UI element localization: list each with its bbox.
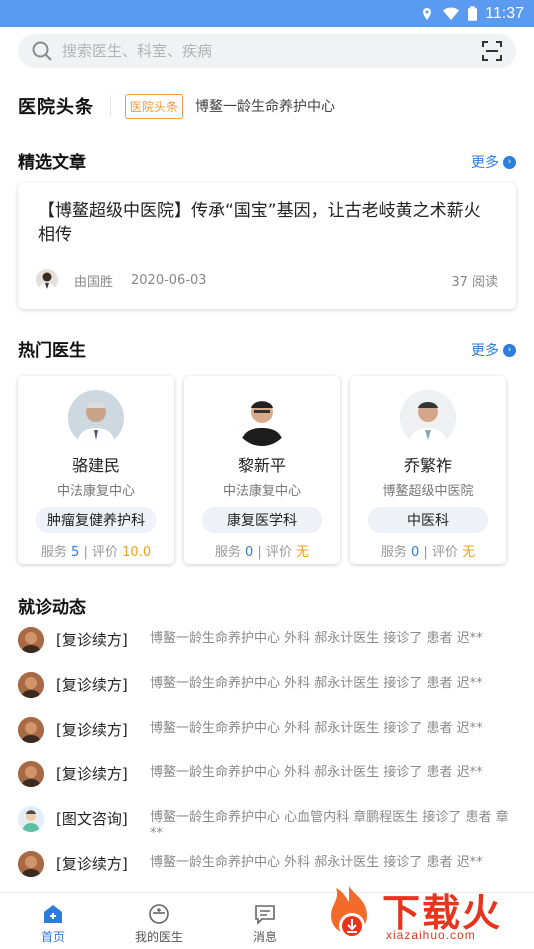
flame-download-icon: [331, 886, 367, 939]
doctor-name: 乔繁祚: [403, 456, 452, 475]
visits-title: 就诊动态: [18, 598, 86, 618]
headline-logo: 医院头条: [18, 97, 94, 118]
doctor-stats: 服务 0 | 评价 无: [380, 545, 476, 560]
doctors-more-link[interactable]: 更多 ›: [471, 340, 516, 360]
watermark-logo: 下载火 xiazaihuo.com: [316, 880, 534, 949]
search-bar[interactable]: [18, 34, 516, 68]
visit-tag: [复诊续方]: [56, 720, 128, 739]
list-item[interactable]: [图文咨询] 博鳌一龄生命养护中心 心血管内科 章鹏程医生 接诊了 患者 章**: [18, 804, 518, 849]
doctor-stats: 服务 5 | 评价 10.0: [40, 545, 152, 560]
visit-tag: [复诊续方]: [56, 854, 128, 873]
list-item[interactable]: [复诊续方] 博鳌一龄生命养护中心 外科 郝永计医生 接诊了 患者 迟**: [18, 625, 518, 670]
author-avatar: [36, 269, 58, 291]
doctor-list: 骆建民 中法康复中心 肿瘤复健养护科 服务 5 | 评价 10.0 黎新平 中法…: [18, 376, 518, 566]
scan-icon[interactable]: [482, 41, 502, 61]
visit-tag: [复诊续方]: [56, 765, 128, 784]
doctor-name: 黎新平: [237, 456, 286, 475]
doctor-card[interactable]: 乔繁祚 博鳌超级中医院 中医科 服务 0 | 评价 无: [350, 376, 506, 564]
tab-messages[interactable]: 消息: [212, 893, 318, 949]
clock: 11:37: [485, 4, 524, 22]
doctor-avatar: [18, 716, 44, 743]
doctor-avatar: [68, 390, 124, 446]
rating-value: 10.0: [122, 545, 152, 560]
doctor-card[interactable]: 骆建民 中法康复中心 肿瘤复健养护科 服务 5 | 评价 10.0: [18, 376, 174, 564]
visit-text: 博鳌一龄生命养护中心 外科 郝永计医生 接诊了 患者 迟**: [150, 675, 483, 691]
chevron-right-icon: ›: [503, 155, 516, 169]
tab-label: 首页: [40, 930, 65, 944]
doctor-avatar: [18, 761, 44, 788]
search-icon: [32, 41, 52, 61]
service-count: 0: [411, 545, 420, 560]
headline-badge: 医院头条: [125, 93, 184, 119]
list-item[interactable]: [复诊续方] 博鳌一龄生命养护中心 外科 郝永计医生 接诊了 患者 迟**: [18, 670, 518, 715]
visit-text: 博鳌一龄生命养护中心 心血管内科 章鹏程医生 接诊了 患者 章**: [150, 810, 509, 842]
doctor-avatar: [18, 671, 44, 698]
visit-tag: [复诊续方]: [56, 675, 128, 694]
tab-my-doctors[interactable]: 我的医生: [106, 893, 212, 949]
doctor-dept: 肿瘤复健养护科: [36, 507, 156, 533]
search-input[interactable]: [62, 42, 482, 60]
message-icon: [255, 905, 275, 925]
tab-label: 我的医生: [134, 930, 183, 944]
hot-doctors-title: 热门医生: [18, 341, 86, 361]
doctor-avatar: [234, 390, 290, 446]
visit-text: 博鳌一龄生命养护中心 外科 郝永计医生 接诊了 患者 迟**: [150, 720, 483, 736]
list-item[interactable]: [复诊续方] 博鳌一龄生命养护中心 外科 郝永计医生 接诊了 患者 迟**: [18, 759, 518, 804]
location-icon: [423, 7, 432, 20]
article-meta: 由国胜 2020-06-03 37 阅读: [36, 269, 498, 291]
visit-text: 博鳌一龄生命养护中心 外科 郝永计医生 接诊了 患者 迟**: [150, 631, 483, 646]
tab-home[interactable]: 首页: [0, 893, 106, 949]
doctor-org: 博鳌超级中医院: [382, 484, 474, 499]
doctor-org: 中法康复中心: [56, 484, 135, 499]
watermark-url: xiazaihuo.com: [386, 928, 476, 942]
service-count: 0: [245, 545, 254, 560]
list-item[interactable]: [复诊续方] 博鳌一龄生命养护中心 外科 郝永计医生 接诊了 患者 迟**: [18, 715, 518, 760]
rating-value: 无: [462, 545, 476, 560]
battery-icon: [468, 6, 478, 21]
doctor-org: 中法康复中心: [222, 484, 301, 499]
tab-label: 消息: [252, 930, 277, 944]
doctor-icon: [149, 904, 169, 924]
doctor-name: 骆建民: [71, 456, 120, 475]
doctor-dept: 中医科: [368, 507, 488, 533]
doctor-stats: 服务 0 | 评价 无: [214, 545, 310, 560]
rating-value: 无: [296, 545, 310, 560]
home-icon: [44, 905, 62, 923]
visit-feed: [复诊续方] 博鳌一龄生命养护中心 外科 郝永计医生 接诊了 患者 迟** [复…: [18, 625, 518, 894]
doctor-avatar: [400, 390, 456, 446]
visit-text: 博鳌一龄生命养护中心 外科 郝永计医生 接诊了 患者 迟**: [150, 854, 483, 870]
doctor-dept: 康复医学科: [202, 507, 322, 533]
visit-tag: [图文咨询]: [56, 810, 128, 829]
visit-tag: [复诊续方]: [56, 631, 128, 649]
wifi-icon: [443, 7, 460, 20]
article-card[interactable]: 【博鳌超级中医院】传承“国宝”基因，让古老岐黄之术薪火相传 由国胜 2020-0…: [18, 183, 516, 309]
article-date: 2020-06-03: [131, 272, 207, 288]
visit-text: 博鳌一龄生命养护中心 外科 郝永计医生 接诊了 患者 迟**: [150, 765, 483, 781]
default-doctor-avatar: [18, 806, 44, 833]
chevron-right-icon: ›: [503, 343, 516, 357]
featured-articles-title: 精选文章: [18, 153, 86, 173]
more-label: 更多: [471, 155, 499, 171]
article-reads: 37 阅读: [451, 274, 498, 290]
article-title: 【博鳌超级中医院】传承“国宝”基因，让古老岐黄之术薪火相传: [38, 201, 481, 245]
featured-more-link[interactable]: 更多 ›: [471, 152, 516, 172]
divider: [110, 95, 111, 117]
headline-text[interactable]: 博鳌一龄生命养护中心: [195, 96, 335, 116]
article-author: 由国胜: [74, 274, 114, 290]
doctor-avatar: [18, 627, 44, 653]
doctor-card[interactable]: 黎新平 中法康复中心 康复医学科 服务 0 | 评价 无: [184, 376, 340, 564]
hospital-headline[interactable]: 医院头条 医院头条 博鳌一龄生命养护中心: [18, 92, 518, 120]
doctor-avatar: [18, 850, 44, 877]
service-count: 5: [71, 545, 80, 560]
status-bar: 11:37: [0, 0, 534, 27]
more-label: 更多: [471, 343, 499, 359]
